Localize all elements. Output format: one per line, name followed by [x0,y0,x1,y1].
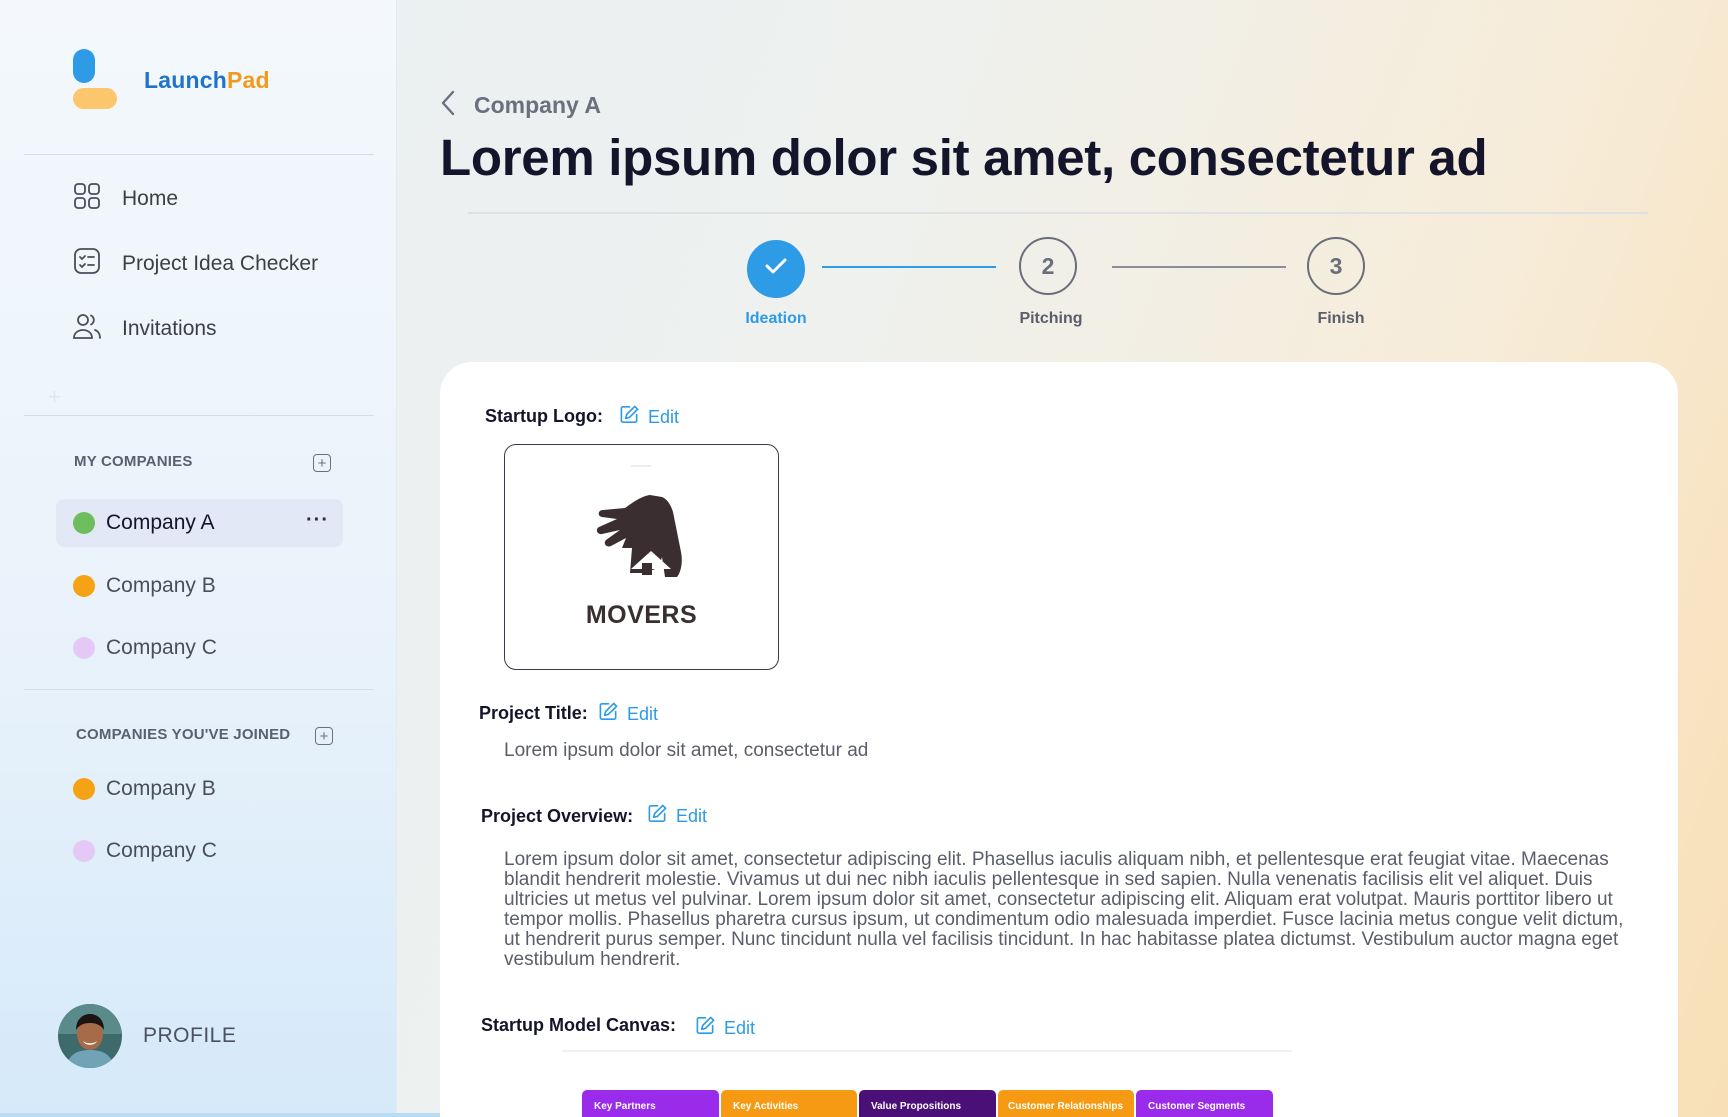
edit-project-title-button[interactable]: Edit [598,701,658,727]
edit-project-overview-button[interactable]: Edit [647,803,707,829]
page-title: Lorem ipsum dolor sit amet, consectetur … [440,129,1488,186]
canvas-column-key-activities: Key Activities [721,1090,857,1117]
company-color-dot [73,575,95,597]
step-number: 3 [1329,252,1343,279]
sidebar-item-invitations[interactable]: Invitations [72,296,318,361]
title-divider [468,212,1648,214]
project-title-value: Lorem ipsum dolor sit amet, consectetur … [504,740,869,761]
startup-logo-label: Startup Logo: [485,406,603,426]
brand-name: LaunchPad [144,66,270,93]
logo-wordmark: MOVERS [585,601,698,629]
joined-companies-title: COMPANIES YOU'VE JOINED [76,726,291,743]
plus-icon: + [317,454,327,472]
avatar [58,1004,122,1068]
check-icon [762,252,790,286]
startup-model-canvas-label: Startup Model Canvas: [481,1015,677,1035]
edit-icon [598,701,627,727]
company-item-company-c[interactable]: Company C [56,624,343,672]
canvas-top-border [562,1050,1292,1052]
step-finish[interactable]: 3 [1307,237,1365,295]
edit-label: Edit [627,703,659,724]
launchpad-logo-icon [72,49,118,111]
step-pitching[interactable]: 2 [1019,237,1077,295]
step-label: Finish [1317,310,1365,327]
company-item-company-a[interactable]: Company A ··· [56,499,343,547]
edit-label: Edit [648,406,680,427]
edit-logo-button[interactable]: Edit [619,404,679,430]
company-color-dot [73,840,95,862]
hand-house-logo-icon [596,465,682,577]
edit-canvas-button[interactable]: Edit [695,1015,755,1041]
joined-company-item-company-b[interactable]: Company B [56,765,343,813]
company-name: Company C [106,636,217,659]
sidebar: LaunchPad Home Project Idea Checker Invi… [0,0,397,1117]
join-company-button[interactable]: + [315,727,333,745]
sidebar-item-label: Home [122,186,179,210]
sidebar-item-label: Invitations [122,316,217,340]
edit-icon [619,404,648,430]
step-connector [1112,266,1286,268]
canvas-column-customer-relationships: Customer Relationships [998,1090,1134,1117]
faint-plus-icon: + [48,384,61,409]
edit-label: Edit [724,1017,756,1038]
checklist-icon [72,246,102,281]
profile-label: PROFILE [143,1024,237,1047]
joined-company-item-company-c[interactable]: Company C [56,827,343,875]
sidebar-item-home[interactable]: Home [72,166,318,231]
step-ideation[interactable] [747,240,805,298]
plus-icon: + [319,727,329,745]
company-color-dot [73,512,95,534]
project-overview-label: Project Overview: [481,806,634,826]
chevron-left-icon [440,90,456,121]
step-number: 2 [1041,252,1055,279]
step-connector [822,266,996,268]
step-label: Ideation [745,310,807,327]
project-title-label: Project Title: [479,703,588,723]
profile-button[interactable]: PROFILE [58,1004,236,1068]
company-color-dot [73,778,95,800]
app-logo[interactable]: LaunchPad [72,49,270,111]
edit-label: Edit [676,805,708,826]
sidebar-divider [24,154,374,155]
sidebar-item-label: Project Idea Checker [122,251,319,275]
users-icon [72,311,102,346]
project-overview-value: Lorem ipsum dolor sit amet, consectetur … [504,849,1624,970]
more-options-icon[interactable]: ··· [306,509,329,532]
grid-icon [72,181,102,216]
edit-icon [647,803,676,829]
company-name: Company C [106,839,217,862]
startup-logo-image: MOVERS [504,444,779,670]
canvas-column-key-partners: Key Partners [582,1090,719,1117]
sidebar-nav: Home Project Idea Checker Invitations [72,183,318,361]
add-company-button[interactable]: + [313,454,331,472]
company-name: Company A [106,511,215,534]
breadcrumb: Company A [474,92,601,118]
company-item-company-b[interactable]: Company B [56,562,343,610]
company-color-dot [73,637,95,659]
sidebar-divider [24,415,374,416]
edit-icon [695,1015,724,1041]
company-name: Company B [106,777,216,800]
company-name: Company B [106,574,216,597]
back-to-company-link[interactable]: Company A [440,90,601,121]
bottom-strip [0,1113,440,1117]
step-label: Pitching [1019,310,1083,327]
sidebar-item-project-idea-checker[interactable]: Project Idea Checker [72,231,318,296]
sidebar-divider [24,689,374,690]
canvas-column-value-propositions: Value Propositions [859,1090,996,1117]
canvas-column-customer-segments: Customer Segments [1136,1090,1273,1117]
my-companies-title: MY COMPANIES [74,453,193,470]
